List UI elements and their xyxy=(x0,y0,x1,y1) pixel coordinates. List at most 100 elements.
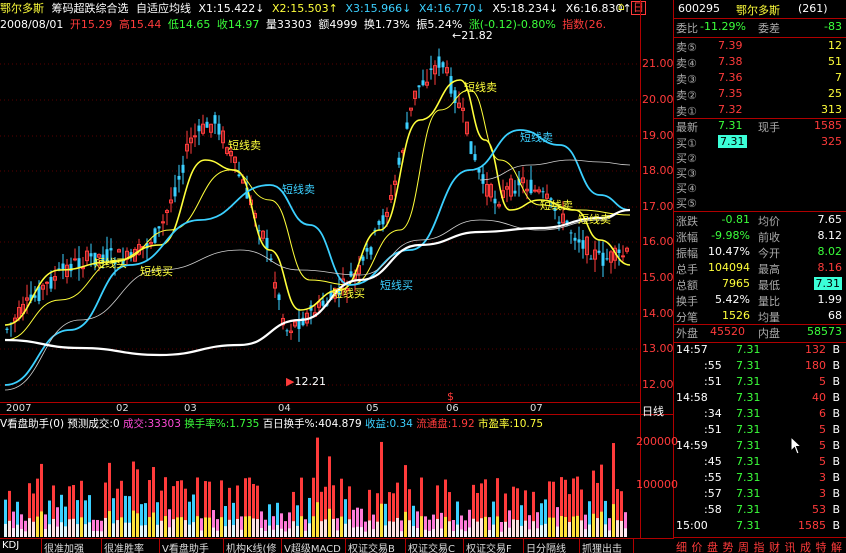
volume-bar-base xyxy=(104,517,107,537)
indicator-tab[interactable]: 机构K线(修 xyxy=(224,539,282,553)
stat-value: 5.42% xyxy=(715,293,750,306)
weibi-row: 委比 -11.29% 委差 -83 xyxy=(674,20,846,37)
volume-bar-base xyxy=(388,521,391,537)
min-price-label: ▶12.21 xyxy=(286,375,326,388)
indicator-tab[interactable]: V看盘助手 xyxy=(160,539,224,553)
volume-bar-base xyxy=(572,516,575,537)
volume-bar-base xyxy=(344,523,347,537)
volume-bar-base xyxy=(268,525,271,537)
candle-body xyxy=(417,85,421,88)
candle-body xyxy=(481,174,485,184)
volume-bar-base xyxy=(576,515,579,537)
panel-tab[interactable]: 盘 xyxy=(707,539,718,553)
stat-label: 总额 xyxy=(676,279,698,292)
candle-body xyxy=(49,276,53,289)
candle-body xyxy=(109,248,113,251)
volume-bar-base xyxy=(460,529,463,537)
indicator-tab[interactable]: 权证交易C xyxy=(406,539,464,553)
volume-bar-base xyxy=(276,525,279,537)
tick-side: B xyxy=(832,439,840,452)
tick-volume: 1585 xyxy=(798,519,826,532)
period-label[interactable]: 日线 xyxy=(642,403,664,419)
panel-tab[interactable]: 势 xyxy=(723,539,734,553)
price-tick: 13.00 xyxy=(642,342,674,355)
tick-row[interactable]: 14:59 7.31 5 B xyxy=(674,439,846,456)
volume-chart[interactable] xyxy=(0,431,640,537)
indicator-tab[interactable]: 权证交易B xyxy=(346,539,406,553)
volume-bar-base xyxy=(284,531,287,537)
volume-bar-base xyxy=(20,529,23,537)
tick-row[interactable]: :55 7.31 180 B xyxy=(674,359,846,376)
volume-bar-base xyxy=(560,516,563,537)
buy-volume: 325 xyxy=(821,135,842,148)
tick-time: 14:59 xyxy=(676,439,708,452)
panel-tab[interactable]: 指 xyxy=(754,539,765,553)
indicator-tab[interactable]: 权证交易F xyxy=(464,539,524,553)
candle-body xyxy=(493,198,497,204)
volume-bar-base xyxy=(24,531,27,537)
panel-tab[interactable]: 特 xyxy=(816,539,827,553)
tick-row[interactable]: :51 7.31 5 B xyxy=(674,375,846,392)
tick-row[interactable]: 15:00 7.31 1585 B xyxy=(674,519,846,536)
tick-volume: 132 xyxy=(805,343,826,356)
volume-bar-base xyxy=(36,516,39,537)
stat-value: 8.16 xyxy=(817,261,843,274)
volume-bar-base xyxy=(492,524,495,537)
panel-tab[interactable]: 解 xyxy=(831,539,842,553)
indicator-tab[interactable]: 抓狸出击 xyxy=(580,539,634,553)
volume-bar-base xyxy=(12,528,15,537)
volume-bar-base xyxy=(360,527,363,537)
stat-label: 均价 xyxy=(758,215,780,228)
sell-signal-1: 短线卖 xyxy=(464,81,497,94)
vol-title[interactable]: V看盘助手(0) xyxy=(0,418,64,430)
volume-bar-base xyxy=(8,520,11,537)
tick-volume: 5 xyxy=(819,455,826,468)
tick-price: 7.31 xyxy=(736,519,761,532)
panel-tab[interactable]: 财 xyxy=(769,539,780,553)
volume-bar-base xyxy=(148,517,151,537)
volume-bar-base xyxy=(604,524,607,537)
tick-row[interactable]: :34 7.31 6 B xyxy=(674,407,846,424)
vol-predict: 预测成交:0 xyxy=(67,418,120,430)
tick-row[interactable]: :51 7.31 5 B xyxy=(674,423,846,440)
volume-bar-base xyxy=(380,503,383,537)
candle-body xyxy=(621,255,625,258)
candle-body xyxy=(369,247,373,255)
x-axis-line xyxy=(0,402,640,403)
candle-body xyxy=(397,157,401,165)
panel-tab[interactable]: 成 xyxy=(800,539,811,553)
tick-row[interactable]: 14:57 7.31 132 B xyxy=(674,343,846,360)
outer-label: 外盘 xyxy=(676,327,698,340)
tick-row[interactable]: :58 7.31 53 B xyxy=(674,503,846,520)
volume-bar-base xyxy=(532,521,535,537)
price-tick: 16.00 xyxy=(642,235,674,248)
volume-bar-base xyxy=(236,518,239,537)
outer-value: 45520 xyxy=(710,325,745,338)
indicator-tab[interactable]: KDJ xyxy=(0,539,42,553)
volume-bar-base xyxy=(524,520,527,537)
volume-bar-base xyxy=(536,528,539,537)
tick-row[interactable]: :45 7.31 5 B xyxy=(674,455,846,472)
vol-turnover: 换手率%:1.735 xyxy=(184,418,260,430)
moving-average-line xyxy=(4,79,631,326)
panel-tab[interactable]: 周 xyxy=(738,539,749,553)
volume-bar-base xyxy=(172,519,175,537)
volume-bar-base xyxy=(68,519,71,537)
sell-volume: 51 xyxy=(828,55,842,68)
panel-tab[interactable]: 价 xyxy=(692,539,703,553)
tick-price: 7.31 xyxy=(736,391,761,404)
buy-level-label: 买④ xyxy=(676,182,697,195)
tick-price: 7.31 xyxy=(736,455,761,468)
tick-row[interactable]: :57 7.31 3 B xyxy=(674,487,846,504)
panel-tab[interactable]: 讯 xyxy=(785,539,796,553)
weibi-label: 委比 xyxy=(676,22,698,35)
volume-bar-base xyxy=(120,517,123,537)
tick-row[interactable]: 14:58 7.31 40 B xyxy=(674,391,846,408)
indicator-tab[interactable]: 日分隔线 xyxy=(524,539,580,553)
tick-row[interactable]: :55 7.31 3 B xyxy=(674,471,846,488)
indicator-tab[interactable]: 很准胜率 xyxy=(102,539,160,553)
stat-row: 总额 7965 最低 7.31 xyxy=(674,277,846,294)
indicator-tab[interactable]: V超级MACD xyxy=(282,539,346,553)
panel-tab[interactable]: 细 xyxy=(676,539,687,553)
indicator-tab[interactable]: 很准加强 xyxy=(42,539,102,553)
